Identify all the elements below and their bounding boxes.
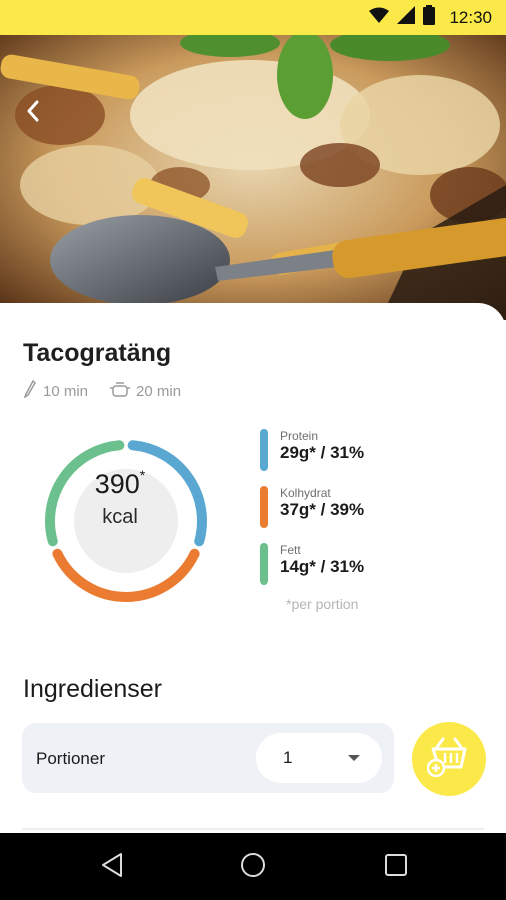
protein-color-bar: [260, 429, 268, 471]
nav-recents-button[interactable]: [378, 849, 414, 885]
macro-carbs: Kolhydrat 37g* / 39%: [260, 486, 420, 528]
prep-time-label: 10 min: [43, 382, 89, 400]
ingredients-heading: Ingredienser: [23, 675, 162, 703]
home-circle-icon: [240, 852, 266, 883]
recipe-title: Tacogratäng: [23, 339, 172, 367]
macro-protein: Protein 29g* / 31%: [260, 429, 420, 471]
prep-time: 10 min: [23, 379, 89, 402]
status-time: 12:30: [449, 7, 492, 27]
portions-selector-row: Portioner 1: [22, 723, 394, 793]
kcal-unit: kcal: [102, 506, 138, 528]
section-divider: [22, 828, 484, 830]
chevron-left-icon: [25, 99, 41, 123]
protein-label: Protein: [280, 429, 319, 443]
pot-icon: [110, 380, 131, 402]
recipe-hero-image: [0, 35, 506, 320]
recents-square-icon: [384, 853, 408, 882]
battery-icon: [423, 5, 436, 30]
signal-icon: [397, 6, 416, 29]
kcal-value: 390*: [60, 467, 180, 500]
kcal-footnote-marker: *: [139, 467, 146, 483]
macro-fat: Fett 14g* / 31%: [260, 543, 420, 585]
system-nav-bar: [0, 833, 506, 900]
per-portion-note: *per portion: [286, 596, 359, 612]
add-to-basket-icon: [426, 737, 471, 782]
carbs-color-bar: [260, 486, 268, 528]
kcal-number: 390: [94, 469, 140, 499]
fat-label: Fett: [280, 543, 301, 557]
wifi-icon: [369, 7, 390, 28]
status-bar: 12:30: [0, 0, 506, 35]
add-to-basket-button[interactable]: [412, 722, 486, 796]
fat-value: 14g* / 31%: [280, 557, 365, 576]
fat-color-bar: [260, 543, 268, 585]
nav-back-button[interactable]: [94, 849, 130, 885]
portions-dropdown[interactable]: 1: [256, 733, 382, 783]
kcal-display: 390* kcal: [60, 467, 180, 573]
carbs-label: Kolhydrat: [280, 486, 331, 500]
nav-home-button[interactable]: [235, 849, 271, 885]
knife-icon: [23, 379, 37, 402]
cook-time: 20 min: [110, 380, 181, 402]
chevron-down-icon: [348, 755, 360, 761]
recipe-times: 10 min 20 min: [23, 379, 203, 402]
recipe-card: Tacogratäng 10 min 20 min 390* kcal Prot…: [0, 303, 506, 833]
cook-time-label: 20 min: [136, 382, 182, 400]
back-triangle-icon: [100, 852, 124, 883]
back-button[interactable]: [18, 93, 48, 129]
portions-label: Portioner: [36, 749, 105, 768]
portions-value: 1: [283, 748, 293, 767]
protein-value: 29g* / 31%: [280, 443, 365, 462]
carbs-value: 37g* / 39%: [280, 500, 365, 519]
